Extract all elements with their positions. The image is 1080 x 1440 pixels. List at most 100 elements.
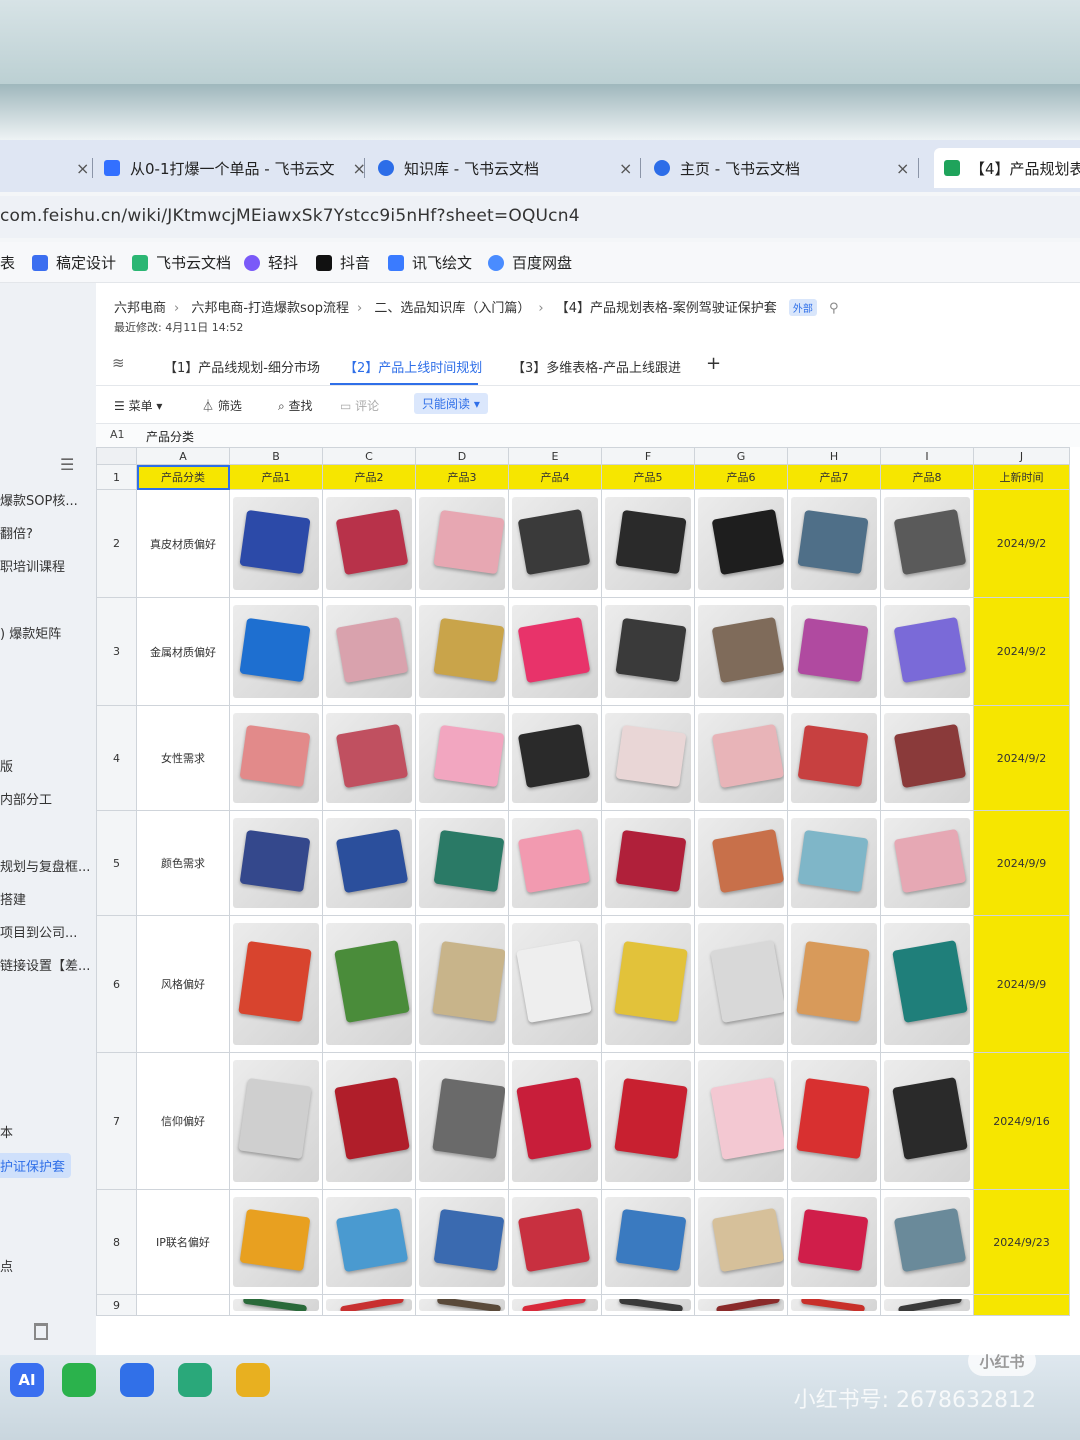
product-image-cell[interactable] xyxy=(601,915,695,1053)
product-image-cell[interactable] xyxy=(787,489,881,598)
layers-icon[interactable]: ≋ xyxy=(112,354,125,372)
product-image-cell[interactable] xyxy=(229,1052,323,1190)
header-cell[interactable]: 上新时间 xyxy=(973,464,1070,490)
product-image-cell[interactable] xyxy=(508,1052,602,1190)
column-header[interactable]: G xyxy=(694,447,788,465)
product-image-cell[interactable] xyxy=(415,1294,509,1316)
corner-cell[interactable] xyxy=(96,447,137,465)
column-header[interactable]: A xyxy=(136,447,230,465)
product-image-cell[interactable] xyxy=(694,915,788,1053)
product-image-cell[interactable] xyxy=(880,1189,974,1295)
category-cell[interactable]: 风格偏好 xyxy=(136,915,230,1053)
product-image-cell[interactable] xyxy=(229,810,323,916)
feishu-icon[interactable] xyxy=(120,1363,154,1397)
product-image-cell[interactable] xyxy=(229,705,323,811)
find-button[interactable]: ⌕ 查找 xyxy=(278,397,313,414)
product-image-cell[interactable] xyxy=(508,810,602,916)
close-icon[interactable]: × xyxy=(619,159,632,178)
launch-date-cell[interactable] xyxy=(973,1294,1070,1316)
sidebar-item[interactable]: 职培训课程 xyxy=(0,556,65,575)
sidebar-item-active[interactable]: 护证保护套 xyxy=(0,1153,72,1178)
product-image-cell[interactable] xyxy=(229,489,323,598)
product-image-cell[interactable] xyxy=(694,489,788,598)
product-image-cell[interactable] xyxy=(322,1052,416,1190)
product-image-cell[interactable] xyxy=(601,597,695,706)
add-sheet-button[interactable]: + xyxy=(706,353,721,374)
tab-0-close-area[interactable]: × xyxy=(58,148,89,188)
bookmark-feishu[interactable]: 飞书云文档 xyxy=(132,252,231,273)
launch-date-cell[interactable]: 2024/9/2 xyxy=(973,705,1070,811)
category-cell[interactable]: 颜色需求 xyxy=(136,810,230,916)
address-bar[interactable]: com.feishu.cn/wiki/JKtmwcjMEiawxSk7Ystcc… xyxy=(0,196,1080,238)
close-icon[interactable]: × xyxy=(896,159,909,178)
sidebar-item[interactable]: 项目到公司... xyxy=(0,922,77,941)
row-header[interactable]: 4 xyxy=(96,705,137,811)
tab-knowledge[interactable]: 知识库 - 飞书云文档 × xyxy=(378,148,632,188)
row-header[interactable]: 2 xyxy=(96,489,137,598)
launch-date-cell[interactable]: 2024/9/16 xyxy=(973,1052,1070,1190)
product-image-cell[interactable] xyxy=(322,810,416,916)
product-image-cell[interactable] xyxy=(508,1189,602,1295)
product-image-cell[interactable] xyxy=(508,705,602,811)
category-cell[interactable]: IP联名偏好 xyxy=(136,1189,230,1295)
product-image-cell[interactable] xyxy=(880,1294,974,1316)
column-header[interactable]: J xyxy=(973,447,1070,465)
bookmark-baidu-pan[interactable]: 百度网盘 xyxy=(488,252,572,273)
column-header[interactable]: C xyxy=(322,447,416,465)
launch-date-cell[interactable]: 2024/9/9 xyxy=(973,915,1070,1053)
column-header[interactable]: E xyxy=(508,447,602,465)
cell-content[interactable]: 产品分类 xyxy=(146,428,194,445)
product-image-cell[interactable] xyxy=(694,1294,788,1316)
product-image-cell[interactable] xyxy=(880,915,974,1053)
category-cell[interactable]: 信仰偏好 xyxy=(136,1052,230,1190)
column-header[interactable]: I xyxy=(880,447,974,465)
bookmark-qingdou[interactable]: 轻抖 xyxy=(244,252,298,273)
product-image-cell[interactable] xyxy=(229,1294,323,1316)
product-image-cell[interactable] xyxy=(601,1189,695,1295)
sidebar-item[interactable]: 翻倍? xyxy=(0,523,33,542)
product-image-cell[interactable] xyxy=(880,489,974,598)
product-image-cell[interactable] xyxy=(694,705,788,811)
column-header[interactable]: B xyxy=(229,447,323,465)
menu-button[interactable]: ☰ 菜单 ▾ xyxy=(114,397,162,414)
launch-date-cell[interactable]: 2024/9/2 xyxy=(973,489,1070,598)
sheet-tab-1[interactable]: 【1】产品线规划-细分市场 xyxy=(164,357,320,376)
column-header[interactable]: D xyxy=(415,447,509,465)
header-cell[interactable]: 产品5 xyxy=(601,464,695,490)
sidebar-item[interactable]: 点 xyxy=(0,1256,13,1275)
product-image-cell[interactable] xyxy=(415,597,509,706)
launch-date-cell[interactable]: 2024/9/23 xyxy=(973,1189,1070,1295)
product-image-cell[interactable] xyxy=(322,915,416,1053)
product-image-cell[interactable] xyxy=(787,810,881,916)
bookmark-douyin[interactable]: 抖音 xyxy=(316,252,370,273)
product-image-cell[interactable] xyxy=(508,597,602,706)
launch-date-cell[interactable]: 2024/9/9 xyxy=(973,810,1070,916)
product-image-cell[interactable] xyxy=(415,915,509,1053)
category-cell[interactable]: 真皮材质偏好 xyxy=(136,489,230,598)
product-image-cell[interactable] xyxy=(694,1189,788,1295)
breadcrumb-item[interactable]: 六邦电商-打造爆款sop流程 xyxy=(191,301,349,316)
category-cell[interactable]: 女性需求 xyxy=(136,705,230,811)
header-cell[interactable]: 产品6 xyxy=(694,464,788,490)
comment-button[interactable]: ▭ 评论 xyxy=(340,397,379,414)
remote-desktop-icon[interactable] xyxy=(178,1363,212,1397)
breadcrumb-item[interactable]: 六邦电商 xyxy=(114,301,166,316)
product-image-cell[interactable] xyxy=(880,705,974,811)
product-image-cell[interactable] xyxy=(787,915,881,1053)
product-image-cell[interactable] xyxy=(508,489,602,598)
column-header[interactable]: H xyxy=(787,447,881,465)
spreadsheet-grid[interactable]: A B C D E F G H I J 1 产品分类 产品1 产品2 产品3 产品4 产品5 产品6 产品7 产品8 上… xyxy=(96,447,1080,1355)
product-image-cell[interactable] xyxy=(601,1052,695,1190)
sidebar-item[interactable]: 链接设置【差... xyxy=(0,955,90,974)
product-image-cell[interactable] xyxy=(322,705,416,811)
product-image-cell[interactable] xyxy=(229,915,323,1053)
sidebar-item[interactable]: 版 xyxy=(0,756,13,775)
product-image-cell[interactable] xyxy=(787,1052,881,1190)
header-cell[interactable]: 产品8 xyxy=(880,464,974,490)
row-header[interactable]: 9 xyxy=(96,1294,137,1316)
selected-cell-a1[interactable]: 产品分类 xyxy=(136,464,230,490)
url-text[interactable]: com.feishu.cn/wiki/JKtmwcjMEiawxSk7Ystcc… xyxy=(0,206,580,226)
breadcrumb-item[interactable]: 二、选品知识库（入门篇） xyxy=(374,301,530,316)
row-header[interactable]: 3 xyxy=(96,597,137,706)
trash-icon[interactable] xyxy=(34,1323,48,1340)
